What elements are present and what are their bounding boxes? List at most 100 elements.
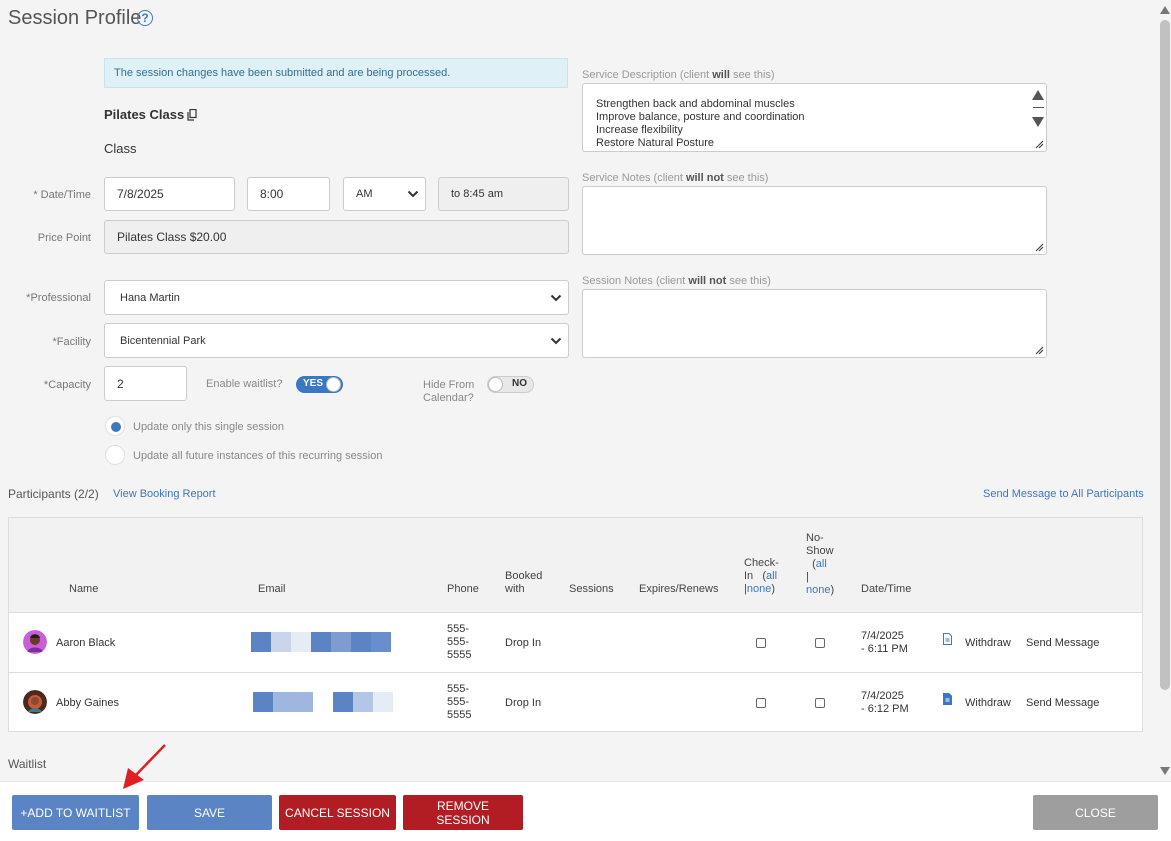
col-phone[interactable]: Phone [447,583,479,596]
col-booked-with[interactable]: Booked with [505,570,542,596]
session-notes-textarea[interactable] [582,289,1047,358]
ampm-select[interactable]: AM [343,177,426,211]
participant-name-link[interactable]: Abby Gaines [56,697,119,710]
send-message-all-link[interactable]: Send Message to All Participants [983,488,1144,500]
waitlist-label: Enable waitlist? [206,378,283,390]
radio-all-sessions[interactable] [105,445,125,465]
waitlist-toggle-text: YES [303,378,324,389]
chevron-down-icon [550,337,562,344]
send-message-link[interactable]: Send Message [1026,697,1099,710]
close-button[interactable]: CLOSE [1033,795,1158,830]
save-button[interactable]: SAVE [147,795,272,830]
participant-name-link[interactable]: Aaron Black [56,637,115,650]
col-email[interactable]: Email [258,583,286,596]
price-point-field: Pilates Class $20.00 [104,220,569,254]
professional-value: Hana Martin [120,291,180,304]
view-booking-report-link[interactable]: View Booking Report [113,488,216,500]
hide-calendar-label: Hide From Calendar? [423,379,474,405]
help-icon[interactable]: ? [137,10,153,26]
booked-with: Drop In [505,637,542,649]
col-noshow: No- Show (all | none) [806,532,835,596]
noshow-all-link[interactable]: all [816,558,827,570]
radio-single-label: Update only this single session [133,421,285,433]
copy-icon[interactable] [187,108,197,126]
capacity-input[interactable]: 2 [104,366,187,401]
service-notes-label: Service Notes (client will not see this) [582,172,769,184]
col-expires[interactable]: Expires/Renews [639,583,718,596]
send-message-link[interactable]: Send Message [1026,637,1099,650]
booking-datetime: 7/4/2025- 6:11 PM [861,630,908,655]
document-icon[interactable] [943,633,952,645]
radio-dot [111,422,121,432]
arrow-annotation [123,744,166,789]
radio-all-label: Update all future instances of this recu… [133,450,383,462]
resize-icon[interactable] [1034,139,1044,149]
end-time: to 8:45 am [438,177,569,211]
noshow-checkbox[interactable] [815,638,825,648]
scroll-divider [1033,107,1044,108]
capacity-label: *Capacity [43,379,91,391]
withdraw-link[interactable]: Withdraw [965,697,1011,710]
professional-select[interactable]: Hana Martin [104,280,569,315]
participants-table: Name Email Phone Booked with Sessions Exp… [8,517,1143,732]
radio-single-session[interactable] [105,416,125,436]
hide-label-line1: Hide From [423,379,475,391]
hide-calendar-toggle[interactable]: NO [487,376,534,393]
facility-value: Bicentennial Park [120,334,206,347]
service-notes-textarea[interactable] [582,186,1047,255]
professional-label: *Professional [26,292,91,304]
session-notes-label: Session Notes (client will not see this) [582,275,771,287]
booked-with: Drop In [505,697,542,709]
email-redacted [251,632,391,657]
participant-phone: 555- 555- 5555 [447,683,472,721]
checkin-none-link[interactable]: none [747,583,771,595]
booking-datetime: 7/4/2025- 6:12 PM [861,690,909,715]
checkin-all-link[interactable]: all [766,570,777,582]
withdraw-link[interactable]: Withdraw [965,637,1011,650]
price-point-label: Price Point [37,232,91,244]
scroll-down-icon[interactable] [1031,116,1045,128]
waitlist-toggle[interactable]: YES [296,376,343,393]
participant-phone: 555- 555- 5555 [447,623,472,661]
hide-label-line2: Calendar? [423,392,474,404]
avatar [23,630,47,654]
date-input[interactable]: 7/8/2025 [104,177,235,211]
chevron-down-icon [407,190,419,198]
service-description-label: Service Description (client will see thi… [582,69,775,81]
email-redacted [253,692,393,717]
chevron-down-icon [550,294,562,301]
hide-toggle-text: NO [512,378,527,389]
scroll-up-icon[interactable] [1031,89,1045,101]
table-row: Aaron Black 555- 555- 5555 Drop In 7/4/202… [9,613,1142,673]
facility-select[interactable]: Bicentennial Park [104,323,569,358]
table-row: Abby Gaines 555- 555- 5555 Drop In 7/4/202… [9,673,1142,733]
resize-icon[interactable] [1034,242,1044,252]
noshow-checkbox[interactable] [815,698,825,708]
datetime-label: * Date/Time [33,189,91,201]
resize-icon[interactable] [1034,345,1044,355]
checkin-checkbox[interactable] [756,638,766,648]
service-description-textarea[interactable]: Strengthen back and abdominal muscles Im… [582,83,1047,152]
table-header: Name Email Phone Booked with Sessions Exp… [9,518,1142,613]
col-datetime[interactable]: Date/Time [861,583,911,596]
footer-bar: +ADD TO WAITLIST SAVE CANCEL SESSION REM… [0,781,1171,841]
scroll-down-icon[interactable] [1160,767,1170,775]
participants-heading: Participants (2/2) [8,487,99,501]
scrollbar-thumb[interactable] [1160,20,1170,690]
time-input[interactable]: 8:00 [247,177,330,211]
remove-session-button[interactable]: REMOVE SESSION [403,795,523,830]
cancel-session-button[interactable]: CANCEL SESSION [279,795,396,830]
noshow-none-link[interactable]: none [806,584,830,596]
avatar [23,690,47,714]
facility-label: *Facility [52,336,91,348]
status-alert: The session changes have been submitted … [104,58,568,88]
toggle-knob [488,377,503,392]
col-sessions[interactable]: Sessions [569,583,614,596]
class-type: Class [104,141,137,156]
checkin-checkbox[interactable] [756,698,766,708]
add-to-waitlist-button[interactable]: +ADD TO WAITLIST [12,795,139,830]
col-name[interactable]: Name [69,583,98,596]
document-icon[interactable] [943,693,952,705]
waitlist-heading: Waitlist [8,757,47,771]
scroll-up-icon[interactable] [1160,6,1170,14]
